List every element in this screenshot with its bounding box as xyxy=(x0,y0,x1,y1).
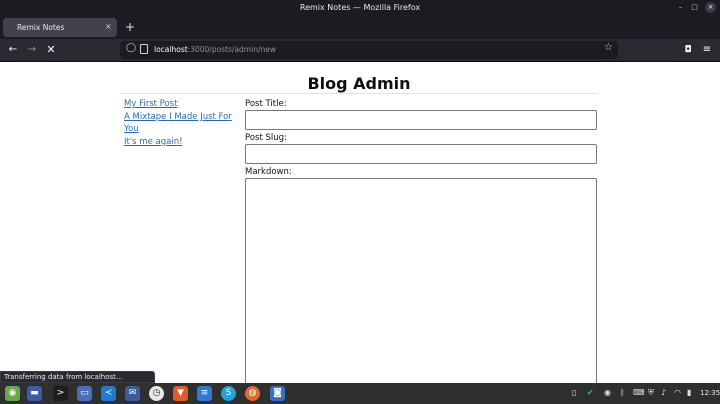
timeshift-icon[interactable]: ◷ xyxy=(149,386,164,401)
files-icon[interactable]: ▭ xyxy=(77,386,92,401)
maximize-icon[interactable]: □ xyxy=(689,2,700,13)
post-list: My First Post A Mixtape I Made Just For … xyxy=(124,98,236,148)
status-bar: Transferring data from localhost... xyxy=(0,371,155,383)
bookmark-star-icon[interactable]: ☆ xyxy=(604,42,613,53)
skype-icon[interactable]: S xyxy=(221,386,236,401)
firefox-icon[interactable]: ◍ xyxy=(245,386,260,401)
post-title-input[interactable] xyxy=(245,110,597,130)
terminal-icon[interactable]: > xyxy=(53,386,68,401)
vscode-icon[interactable]: ≺ xyxy=(101,386,116,401)
pocket-icon[interactable]: ◘ xyxy=(681,43,695,57)
post-slug-input[interactable] xyxy=(245,144,597,164)
bluetooth-icon[interactable]: ᛒ xyxy=(620,388,625,397)
shield-icon[interactable]: ⛨ xyxy=(648,388,654,398)
audio-icon[interactable]: ♪ xyxy=(661,388,666,397)
tab-close-icon[interactable]: × xyxy=(105,22,112,31)
show-desktop-icon[interactable]: ▬ xyxy=(27,386,42,401)
markdown-textarea[interactable] xyxy=(245,178,597,398)
minimize-icon[interactable]: – xyxy=(675,2,686,13)
keyboard-icon[interactable]: ⌨ xyxy=(633,388,645,397)
url-bar[interactable]: ◯ localhost:3000/posts/admin/new ☆ xyxy=(120,41,618,59)
post-link-its-me-again[interactable]: It's me again! xyxy=(124,136,236,149)
navigation-toolbar: ← → ✕ ◯ localhost:3000/posts/admin/new ☆… xyxy=(0,39,720,62)
new-post-form: Post Title: Post Slug: Markdown: xyxy=(245,99,597,398)
title-divider xyxy=(120,93,598,94)
camera-icon[interactable]: ◙ xyxy=(270,386,285,401)
hamburger-menu-icon[interactable]: ≡ xyxy=(700,43,714,57)
post-link-mixtape[interactable]: A Mixtape I Made Just For You xyxy=(124,111,236,136)
update-check-icon[interactable]: ✔ xyxy=(587,388,594,397)
tab-label: Remix Notes xyxy=(17,23,65,32)
taskbar: ◉ ▬ > ▭ ≺ ✉ ◷ ▼ ≡ S ◍ ◙ ▯ ✔ ◉ ᛒ ⌨ ⛨ ♪ ◠ … xyxy=(0,383,720,404)
page-title: Blog Admin xyxy=(307,74,411,93)
page-content: Blog Admin My First Post A Mixtape I Mad… xyxy=(0,62,720,398)
back-arrow-icon[interactable]: ← xyxy=(6,43,20,57)
wifi-icon[interactable]: ◠ xyxy=(674,388,681,397)
mint-menu-icon[interactable]: ◉ xyxy=(5,386,20,401)
window-titlebar: Remix Notes — Mozilla Firefox – □ × xyxy=(0,0,720,16)
post-slug-label: Post Slug: xyxy=(245,133,287,143)
tab-strip: Remix Notes × + xyxy=(0,16,720,39)
tab-remix-notes[interactable]: Remix Notes × xyxy=(3,18,117,37)
markdown-label: Markdown: xyxy=(245,167,292,177)
mail-icon[interactable]: ✉ xyxy=(125,386,140,401)
battery-icon[interactable]: ▮ xyxy=(687,388,691,397)
brave-icon[interactable]: ▼ xyxy=(173,386,188,401)
stop-loading-icon[interactable]: ✕ xyxy=(44,43,58,57)
post-title-label: Post Title: xyxy=(245,99,287,109)
url-path: :3000/posts/admin/new xyxy=(187,45,276,54)
forward-arrow-icon[interactable]: → xyxy=(25,43,39,57)
close-window-icon[interactable]: × xyxy=(705,2,716,13)
page-info-icon[interactable] xyxy=(140,44,148,54)
window-title: Remix Notes — Mozilla Firefox xyxy=(299,3,421,12)
clock[interactable]: 12:35 xyxy=(700,389,720,397)
clipboard-icon[interactable]: ▯ xyxy=(572,388,576,397)
tracking-shield-icon[interactable]: ◯ xyxy=(126,43,136,53)
new-tab-button[interactable]: + xyxy=(123,19,137,35)
post-link-my-first-post[interactable]: My First Post xyxy=(124,98,236,111)
url-host: localhost xyxy=(154,45,188,54)
record-icon[interactable]: ◉ xyxy=(604,388,611,397)
url-text[interactable]: localhost:3000/posts/admin/new xyxy=(154,45,276,54)
notes-icon[interactable]: ≡ xyxy=(197,386,212,401)
